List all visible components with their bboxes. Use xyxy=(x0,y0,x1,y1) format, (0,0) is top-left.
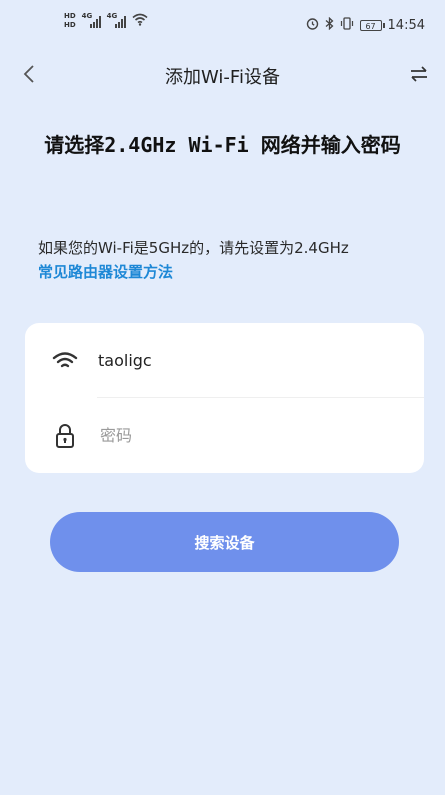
bluetooth-icon xyxy=(325,16,334,34)
frequency-hint: 如果您的Wi-Fi是5GHz的，请先设置为2.4GHz xyxy=(38,239,349,257)
router-setup-help-link[interactable]: 常见路由器设置方法 xyxy=(38,261,173,282)
swap-arrows-icon xyxy=(411,66,427,82)
wifi-status-icon xyxy=(132,13,148,30)
status-bar: HD HD 4G 4G 67 14:54 xyxy=(0,0,445,40)
password-row xyxy=(25,398,424,473)
instruction-headline: 请选择2.4GHz Wi-Fi 网络并输入密码 xyxy=(44,133,401,157)
page-title: 添加Wi-Fi设备 xyxy=(165,67,280,88)
nav-bar: 添加Wi-Fi设备 xyxy=(0,55,445,95)
hd-indicator: HD HD xyxy=(64,12,76,30)
wifi-network-row[interactable]: taoligc xyxy=(25,323,424,398)
alarm-icon xyxy=(306,17,319,34)
clock-time: 14:54 xyxy=(387,18,425,33)
wifi-credentials-card: taoligc xyxy=(25,323,424,473)
signal-icon: 4G xyxy=(81,12,101,28)
network-type-1: 4G xyxy=(81,12,93,20)
password-input[interactable] xyxy=(98,425,352,446)
hd-label-2: HD xyxy=(64,21,76,29)
wifi-icon xyxy=(50,346,80,376)
hd-label-1: HD xyxy=(64,12,76,20)
search-devices-button[interactable]: 搜索设备 xyxy=(50,512,399,572)
wifi-ssid: taoligc xyxy=(98,351,152,370)
status-right-indicators: 67 14:54 xyxy=(306,16,425,34)
signal-icon-2: 4G xyxy=(106,12,126,28)
lock-icon xyxy=(50,421,80,451)
vibrate-icon xyxy=(340,17,354,34)
network-type-2: 4G xyxy=(106,12,118,20)
switch-mode-button[interactable] xyxy=(407,63,431,85)
status-left-indicators: HD HD 4G 4G xyxy=(64,12,148,30)
battery-icon: 67 xyxy=(359,20,385,31)
